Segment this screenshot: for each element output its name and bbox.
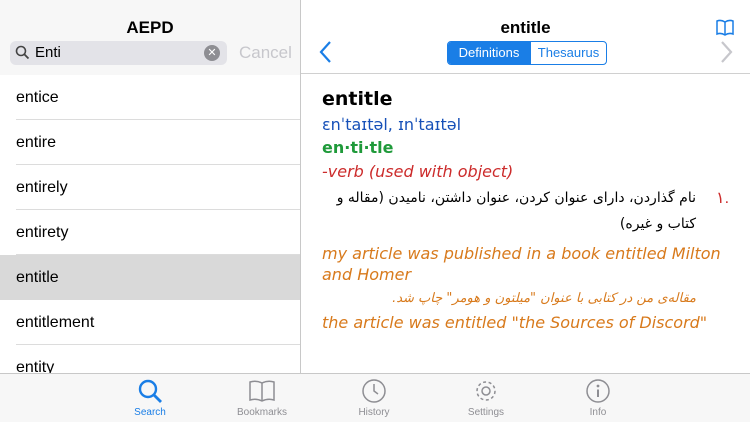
list-item[interactable]: entice <box>16 75 300 120</box>
example-english: the article was entitled "the Sources of… <box>322 313 708 332</box>
tab-label: Bookmarks <box>236 407 287 418</box>
word-list-pane: AEPD Enti ✕ Cancel entice entire entirel… <box>0 0 300 373</box>
tab-bookmarks[interactable]: Bookmarks <box>222 378 302 418</box>
dictionary-entry: entitle ɛnˈtaɪtəl, ɪnˈtaɪtəl en·ti·tle -… <box>322 88 742 333</box>
tab-settings[interactable]: Settings <box>446 378 526 418</box>
search-input[interactable]: Enti <box>35 44 61 61</box>
pronunciation: ɛnˈtaɪtəl, ɪnˈtaɪtəl <box>322 115 462 134</box>
info-icon <box>586 379 610 403</box>
gear-icon <box>476 381 496 401</box>
search-icon <box>138 379 162 403</box>
nav-separator <box>301 73 750 74</box>
tab-info[interactable]: Info <box>558 378 638 418</box>
tab-label: History <box>358 407 390 418</box>
tab-definitions[interactable]: Definitions <box>448 42 530 64</box>
list-item[interactable]: entirely <box>16 165 300 210</box>
tab-label: Search <box>134 407 166 418</box>
list-item[interactable]: entirety <box>16 210 300 255</box>
cancel-button[interactable]: Cancel <box>239 43 292 63</box>
example-persian: مقاله‌ی من در کتابی با عنوان "میلتون و ه… <box>392 291 696 306</box>
list-item-selected[interactable]: entitle <box>0 255 300 300</box>
forward-chevron-icon[interactable] <box>719 40 733 69</box>
sense-definition: نام گذاردن، دارای عنوان کردن، عنوان داشت… <box>336 190 696 232</box>
list-item[interactable]: entity <box>16 345 300 373</box>
part-of-speech: -verb (used with object) <box>322 162 514 181</box>
definitions-thesaurus-segmented-control: Definitions Thesaurus <box>447 41 607 65</box>
search-field[interactable]: Enti ✕ <box>10 41 227 65</box>
list-item[interactable]: entitlement <box>16 300 300 345</box>
word-list: entice entire entirely entirety entitle … <box>0 75 300 373</box>
tab-bar: Search Bookmarks History Settings Info <box>0 373 750 422</box>
tab-label: Info <box>589 407 607 418</box>
tab-history[interactable]: History <box>334 378 414 418</box>
book-icon <box>249 380 275 402</box>
list-item[interactable]: entire <box>16 120 300 165</box>
entry-title: entitle <box>500 18 551 37</box>
definition-pane: entitle Definitions Thesaurus entitle ɛn… <box>301 0 750 373</box>
tab-search[interactable]: Search <box>110 378 190 418</box>
tab-label: Settings <box>467 407 505 418</box>
sense-number: ۱. <box>716 190 730 207</box>
app-title: AEPD <box>126 18 174 37</box>
syllabification: en·ti·tle <box>322 138 394 157</box>
sense: ۱. نام گذاردن، دارای عنوان کردن، عنوان د… <box>322 185 742 237</box>
search-icon <box>15 45 30 65</box>
back-chevron-icon[interactable] <box>319 40 333 69</box>
headword: entitle <box>322 88 393 110</box>
clear-search-icon[interactable]: ✕ <box>204 45 220 61</box>
tab-thesaurus[interactable]: Thesaurus <box>530 42 606 64</box>
clock-icon <box>362 379 386 403</box>
example-english: my article was published in a book entit… <box>322 244 721 284</box>
